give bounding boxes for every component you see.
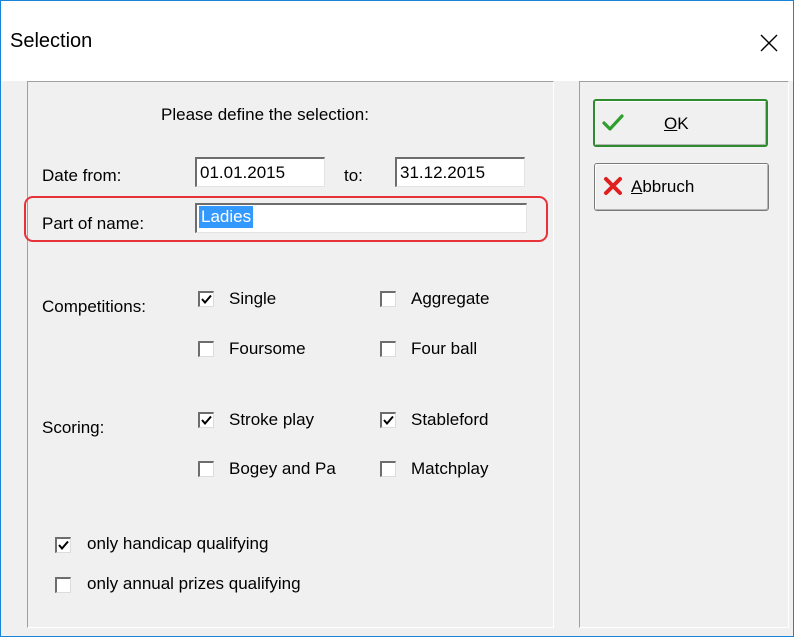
selection-dialog: Selection Please define the selection: D… bbox=[0, 0, 794, 637]
bogey-and-par-label: Bogey and Pa bbox=[229, 459, 336, 478]
handicap-qualifying-checkbox[interactable] bbox=[55, 537, 71, 553]
close-button[interactable] bbox=[751, 25, 787, 61]
scoring-label: Scoring: bbox=[42, 418, 105, 437]
cancel-button[interactable]: Abbruch bbox=[594, 163, 769, 211]
date-from-label: Date from: bbox=[42, 166, 122, 185]
title-bar: Selection bbox=[1, 1, 793, 81]
stableford-checkbox[interactable] bbox=[380, 412, 396, 428]
date-to-field[interactable] bbox=[395, 157, 525, 187]
window-title: Selection bbox=[10, 30, 93, 52]
part-of-name-value: Ladies bbox=[199, 206, 254, 228]
check-icon bbox=[201, 294, 212, 305]
ok-label: OK bbox=[664, 114, 689, 133]
competitions-label: Competitions: bbox=[42, 297, 146, 316]
foursome-label: Foursome bbox=[229, 339, 306, 358]
part-of-name-field[interactable]: Ladies bbox=[195, 203, 527, 233]
four-ball-label: Four ball bbox=[411, 339, 478, 358]
annual-prizes-label: only annual prizes qualifying bbox=[87, 574, 301, 593]
matchplay-label: Matchplay bbox=[411, 459, 489, 478]
cancel-label: Abbruch bbox=[631, 177, 695, 196]
stroke-play-label: Stroke play bbox=[229, 410, 315, 429]
aggregate-label: Aggregate bbox=[411, 289, 490, 308]
four-ball-checkbox[interactable] bbox=[380, 341, 396, 357]
bogey-and-par-checkbox[interactable] bbox=[198, 461, 214, 477]
stroke-play-checkbox[interactable] bbox=[198, 412, 214, 428]
ok-button[interactable]: OK bbox=[593, 99, 768, 147]
matchplay-checkbox[interactable] bbox=[380, 461, 396, 477]
stableford-label: Stableford bbox=[411, 410, 489, 429]
close-icon bbox=[760, 34, 778, 52]
check-icon bbox=[383, 415, 394, 426]
date-to-label: to: bbox=[344, 166, 363, 185]
single-label: Single bbox=[229, 289, 277, 308]
checkmark-icon bbox=[602, 114, 624, 131]
check-icon bbox=[58, 540, 69, 551]
prompt-label: Please define the selection: bbox=[161, 105, 369, 124]
check-icon bbox=[201, 415, 212, 426]
single-checkbox[interactable] bbox=[198, 291, 214, 307]
part-of-name-label: Part of name: bbox=[42, 214, 145, 233]
aggregate-checkbox[interactable] bbox=[380, 291, 396, 307]
red-x-icon bbox=[604, 177, 622, 195]
handicap-qualifying-label: only handicap qualifying bbox=[87, 534, 269, 553]
foursome-checkbox[interactable] bbox=[198, 341, 214, 357]
date-from-field[interactable] bbox=[195, 157, 325, 187]
annual-prizes-checkbox[interactable] bbox=[55, 577, 71, 593]
